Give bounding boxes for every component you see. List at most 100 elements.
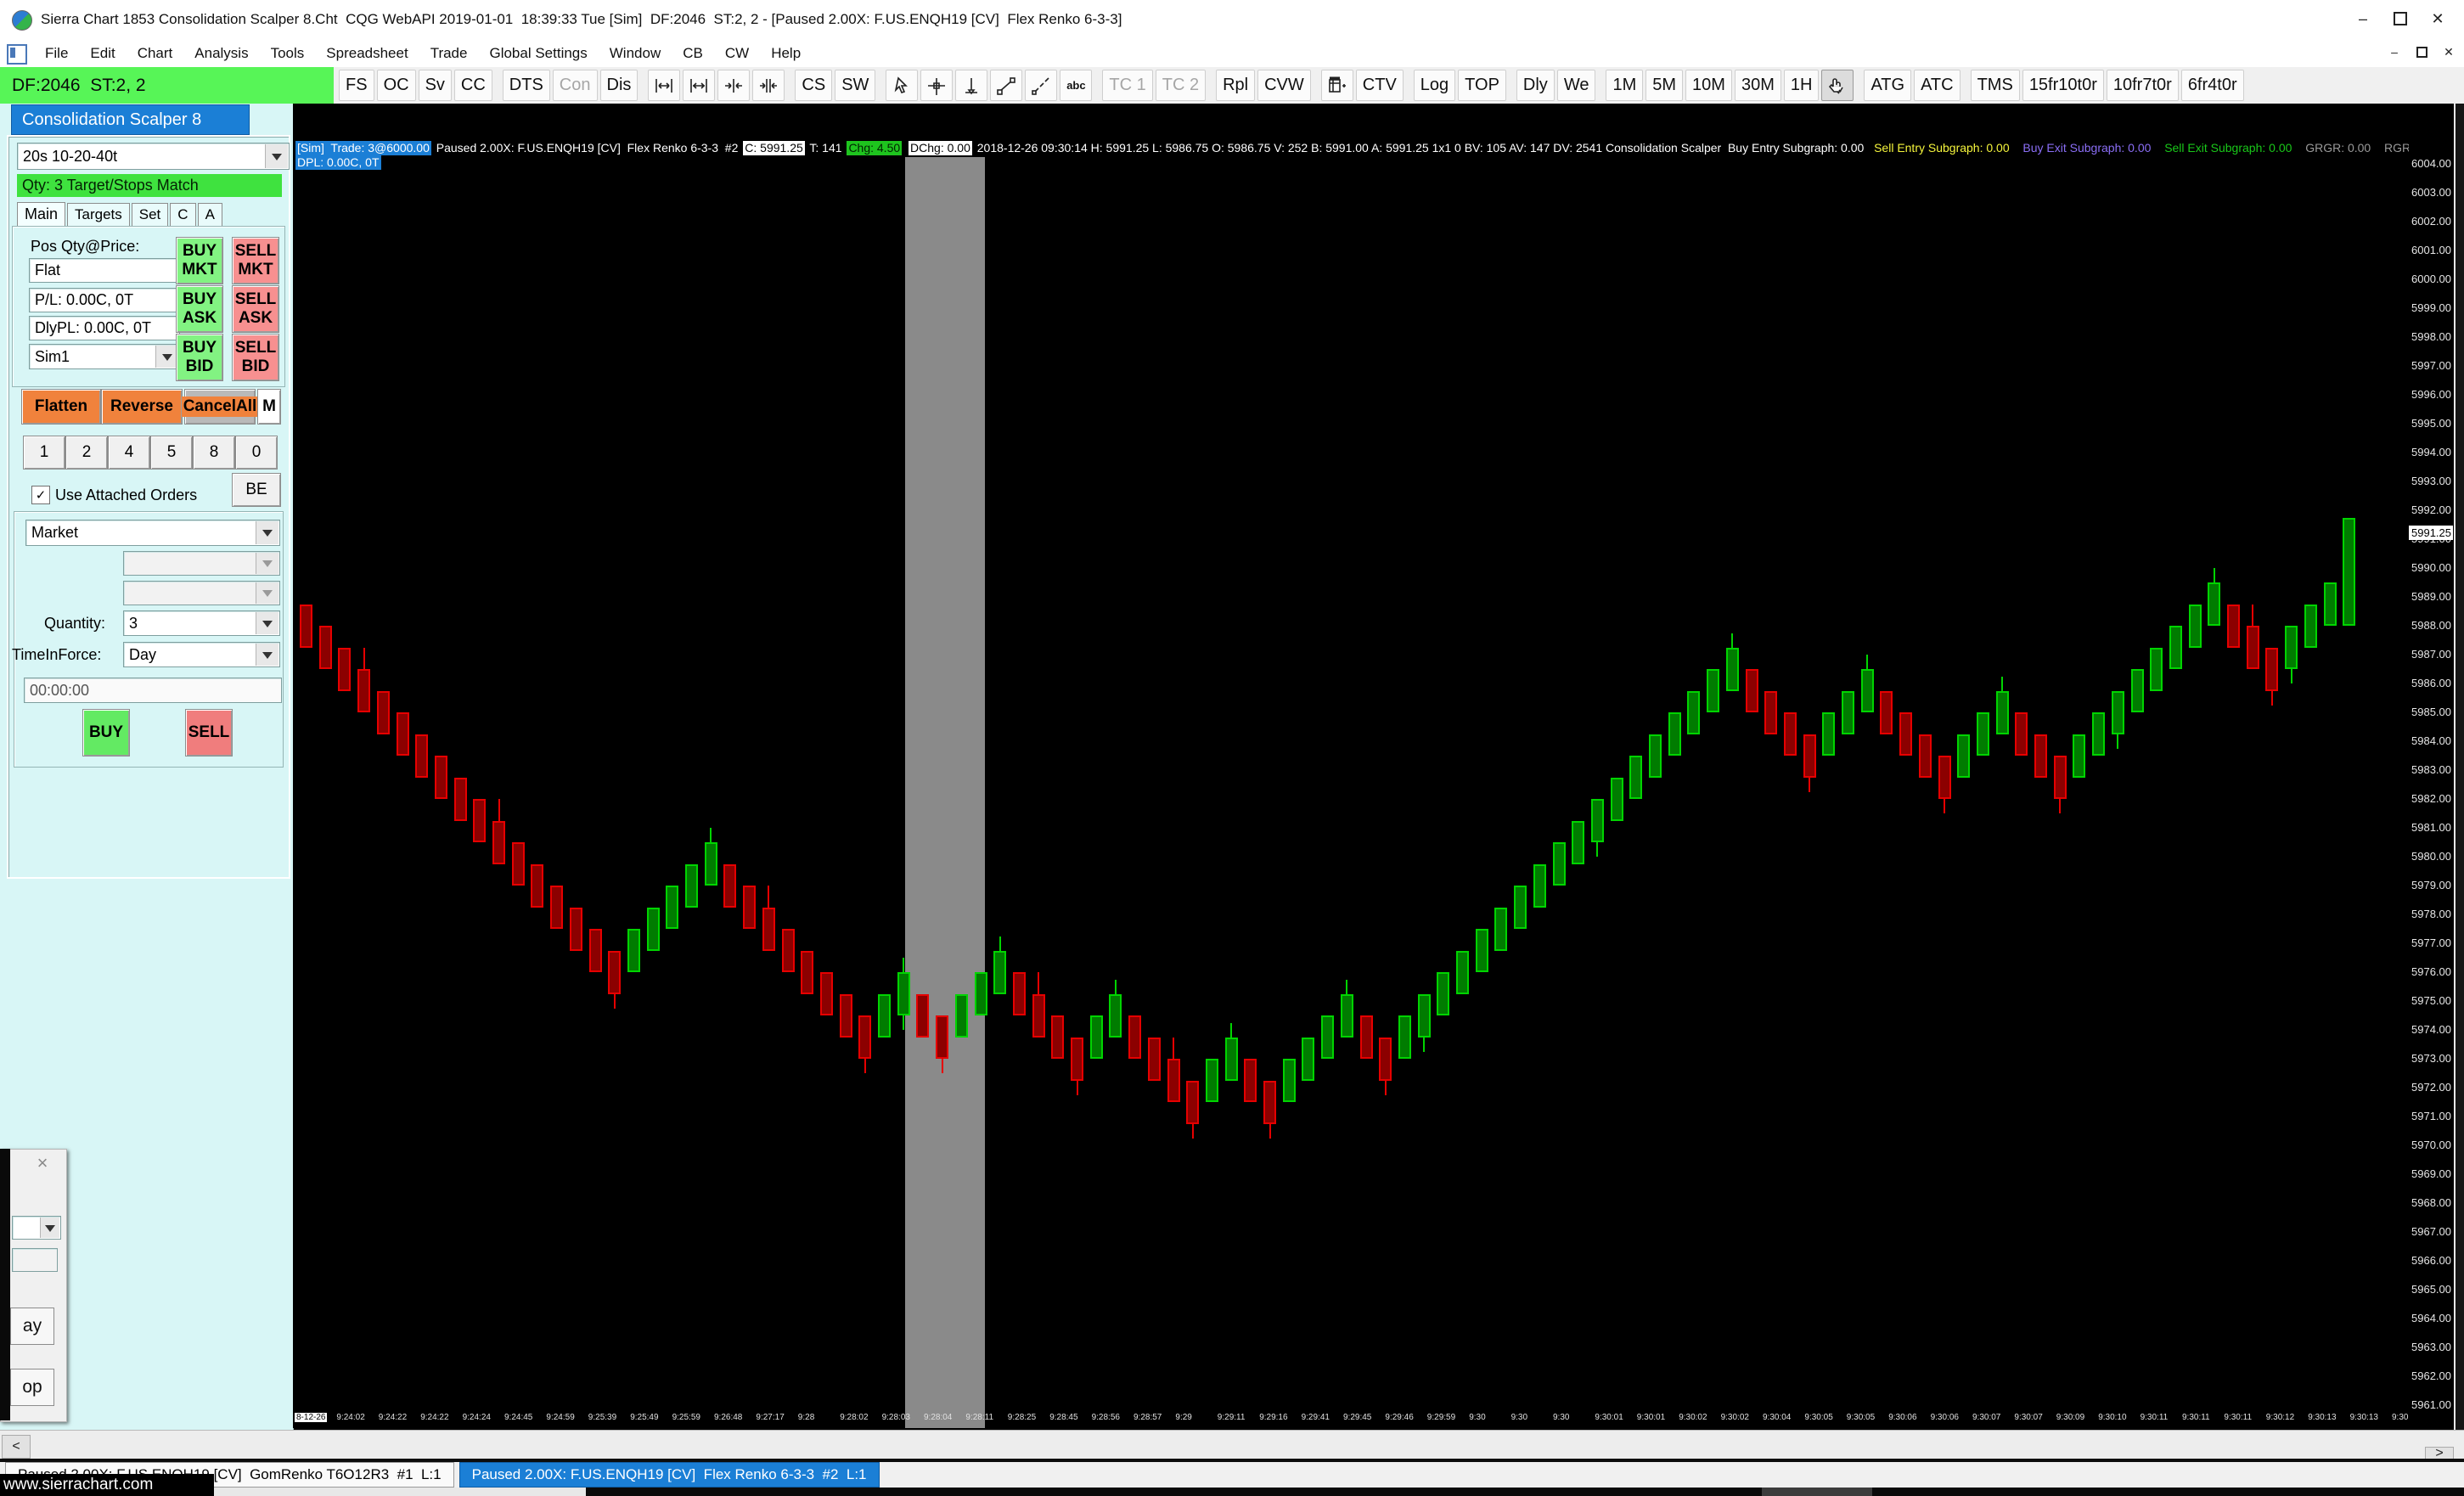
replay-value-field[interactable] (12, 1248, 58, 1272)
pointer-tool-icon[interactable] (886, 70, 919, 101)
sell-bid-button[interactable]: SELL BID (232, 334, 279, 381)
toolbar-button-10fr7t0r[interactable]: 10fr7t0r (2106, 70, 2179, 101)
toolbar-button-cvw[interactable]: CVW (1257, 70, 1311, 101)
minimize-panel-button[interactable]: M (257, 389, 281, 425)
toolbar-button-1h[interactable]: 1H (1783, 70, 1820, 101)
sell-button[interactable]: SELL (185, 709, 233, 756)
scroll-right-icon[interactable]: > (2425, 1446, 2454, 1460)
ray-tool-icon[interactable] (1025, 70, 1058, 101)
chevron-down-icon[interactable] (40, 1218, 59, 1238)
preset-combobox[interactable]: 20s 10-20-40t (17, 143, 290, 170)
toolbar-button-ctv[interactable]: CTV (1355, 70, 1404, 101)
menu-help[interactable]: Help (760, 45, 812, 62)
close-icon[interactable]: ✕ (2425, 7, 2450, 31)
panel-tab-a[interactable]: A (197, 203, 222, 226)
buy-mkt-button[interactable]: BUY MKT (176, 237, 223, 284)
toolbar-button-con[interactable]: Con (552, 70, 598, 101)
toolbar-button-sv[interactable]: Sv (418, 70, 452, 101)
crosshair-tool-icon[interactable] (920, 70, 954, 101)
toolbar-button-atg[interactable]: ATG (1864, 70, 1912, 101)
toolbar-button-log[interactable]: Log (1413, 70, 1456, 101)
bar-spacing-decrease-icon[interactable] (683, 70, 716, 101)
child-restore-icon[interactable] (2411, 42, 2432, 61)
toolbar-button-6fr4t0r[interactable]: 6fr4t0r (2180, 70, 2244, 101)
toolbar-button-cs[interactable]: CS (795, 70, 833, 101)
title-bar[interactable]: Sierra Chart 1853 Consolidation Scalper … (0, 0, 2464, 41)
menu-window[interactable]: Window (599, 45, 672, 62)
account-combobox[interactable]: Sim1 (29, 344, 180, 369)
chevron-down-icon[interactable] (265, 144, 288, 168)
menu-cw[interactable]: CW (714, 45, 760, 62)
menu-file[interactable]: File (34, 45, 79, 62)
menu-chart[interactable]: Chart (127, 45, 184, 62)
qty-preset-5[interactable]: 5 (150, 436, 193, 470)
reverse-button[interactable]: Reverse (101, 389, 183, 425)
bar-spacing-increase-icon[interactable] (648, 70, 681, 101)
tif-combobox[interactable]: Day (123, 642, 280, 667)
use-attached-orders-checkbox[interactable]: ✓ (31, 486, 50, 504)
toolbar-button-dly[interactable]: Dly (1516, 70, 1555, 101)
menu-analysis[interactable]: Analysis (183, 45, 259, 62)
menu-tools[interactable]: Tools (260, 45, 316, 62)
child-minimize-icon[interactable]: – (2384, 42, 2405, 61)
chart-tab-active[interactable]: Paused 2.00X: F.US.ENQH19 [CV] Flex Renk… (458, 1462, 880, 1488)
toolbar-button-tc1[interactable]: TC 1 (1102, 70, 1153, 101)
menu-edit[interactable]: Edit (79, 45, 126, 62)
toolbar-button-fs[interactable]: FS (339, 70, 374, 101)
buy-button[interactable]: BUY (82, 709, 130, 756)
menu-cb[interactable]: CB (672, 45, 714, 62)
toolbar-button-5m[interactable]: 5M (1645, 70, 1684, 101)
trendline-tool-icon[interactable] (990, 70, 1023, 101)
toolbar-button-we[interactable]: We (1556, 70, 1596, 101)
panel-tab-set[interactable]: Set (131, 203, 169, 226)
child-close-icon[interactable]: ✕ (2439, 42, 2459, 61)
qty-preset-0[interactable]: 0 (235, 436, 278, 470)
qty-preset-1[interactable]: 1 (23, 436, 65, 470)
minimize-icon[interactable]: – (2350, 7, 2376, 31)
toolbar-button-dis[interactable]: Dis (599, 70, 639, 101)
sell-ask-button[interactable]: SELL ASK (232, 285, 279, 333)
qty-preset-8[interactable]: 8 (193, 436, 235, 470)
close-icon[interactable]: × (32, 1152, 53, 1173)
buy-bid-button[interactable]: BUY BID (176, 334, 223, 381)
chevron-down-icon[interactable] (256, 521, 278, 544)
toolbar-button-cc[interactable]: CC (453, 70, 492, 101)
hand-tool-icon[interactable] (1821, 70, 1854, 101)
time-field[interactable]: 00:00:00 (24, 678, 282, 703)
toolbar-button-tms[interactable]: TMS (1970, 70, 2020, 101)
buy-ask-button[interactable]: BUY ASK (176, 285, 223, 333)
vertical-line-tool-icon[interactable] (955, 70, 988, 101)
toolbar-button-dts[interactable]: DTS (502, 70, 550, 101)
trade-panel-title-tab[interactable]: Consolidation Scalper 8 (11, 104, 250, 135)
flatten-button[interactable]: Flatten (21, 389, 101, 425)
chart-window-icon[interactable] (7, 44, 27, 65)
menu-global-settings[interactable]: Global Settings (478, 45, 598, 62)
sell-mkt-button[interactable]: SELL MKT (232, 237, 279, 284)
qty-preset-2[interactable]: 2 (65, 436, 108, 470)
toolbar-button-10m[interactable]: 10M (1685, 70, 1732, 101)
toolbar-button-sw[interactable]: SW (835, 70, 876, 101)
menu-trade[interactable]: Trade (419, 45, 479, 62)
menu-spreadsheet[interactable]: Spreadsheet (315, 45, 419, 62)
toolbar-button-15fr10t0r[interactable]: 15fr10t0r (2022, 70, 2104, 101)
toolbar-button-rpl[interactable]: Rpl (1216, 70, 1256, 101)
toolbar-button-top[interactable]: TOP (1458, 70, 1506, 101)
panel-tab-main[interactable]: Main (17, 202, 66, 226)
replay-stop-button[interactable]: op (10, 1369, 54, 1406)
maximize-icon[interactable] (2388, 7, 2413, 31)
trade-window-icon[interactable] (1320, 70, 1353, 101)
breakeven-button[interactable]: BE (232, 473, 281, 507)
replay-play-button[interactable]: ay (10, 1308, 54, 1345)
expand-bars-icon[interactable] (752, 70, 785, 101)
chevron-down-icon[interactable] (256, 612, 278, 634)
scroll-left-icon[interactable]: < (2, 1435, 31, 1459)
order-type-combobox[interactable]: Market (25, 520, 280, 546)
chart-area[interactable]: [Sim] Trade: 3@6000.00 Paused 2.00X: F.U… (293, 104, 2464, 1428)
qty-preset-4[interactable]: 4 (108, 436, 150, 470)
horizontal-scrollbar[interactable]: < > (0, 1430, 2464, 1460)
toolbar-button-atc[interactable]: ATC (1914, 70, 1961, 101)
quantity-combobox[interactable]: 3 (123, 610, 280, 636)
price-scale[interactable]: 6004.00 6003.00 6002.00 6001.00 6000.00 5999.… (2409, 104, 2454, 1428)
replay-speed-combobox[interactable] (12, 1216, 61, 1240)
taskbar-app-segment[interactable] (1762, 1488, 1872, 1496)
